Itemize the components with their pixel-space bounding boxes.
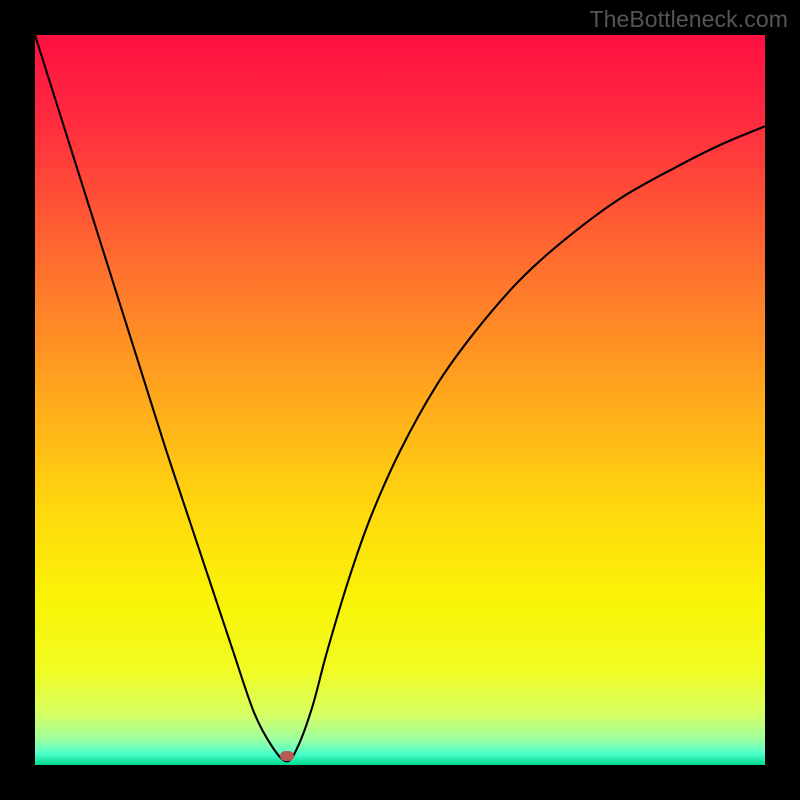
outer-frame: TheBottleneck.com bbox=[0, 0, 800, 800]
background-gradient bbox=[35, 35, 765, 765]
watermark-text: TheBottleneck.com bbox=[589, 6, 788, 33]
optimal-point-marker bbox=[280, 751, 294, 761]
plot-area bbox=[35, 35, 765, 765]
